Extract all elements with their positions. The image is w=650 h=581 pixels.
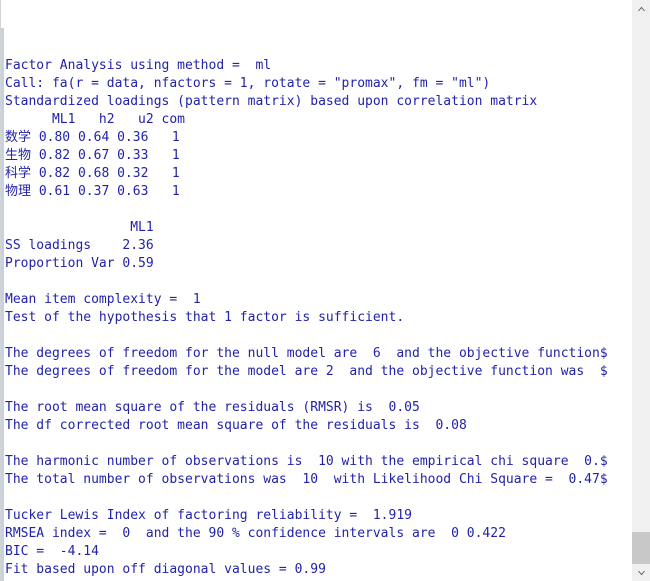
scrollbar-track[interactable] (632, 17, 650, 578)
console-line: 物理 0.61 0.37 0.63 1 (5, 184, 180, 199)
console-line: RMSEA index = 0 and the 90 % confidence … (5, 526, 506, 541)
chevron-up-icon (637, 6, 646, 12)
scrollbar-down-arrow-button[interactable] (632, 564, 650, 581)
console-line: The degrees of freedom for the model are… (5, 364, 608, 379)
console-line: ML1 h2 u2 com (5, 112, 186, 127)
console-line: The degrees of freedom for the null mode… (5, 346, 608, 361)
console-line: Test of the hypothesis that 1 factor is … (5, 310, 405, 325)
console-line: Tucker Lewis Index of factoring reliabil… (5, 508, 412, 523)
console-line: The df corrected root mean square of the… (5, 418, 467, 433)
console-line: The harmonic number of observations is 1… (5, 454, 608, 469)
console-line: ML1 (5, 220, 154, 235)
console-line: Proportion Var 0.59 (5, 256, 154, 271)
r-console-window: Factor Analysis using method = ml Call: f… (0, 0, 650, 581)
console-line: BIC = -4.14 (5, 544, 99, 559)
vertical-scrollbar[interactable] (631, 0, 650, 581)
console-line: 科学 0.82 0.68 0.32 1 (5, 166, 180, 181)
console-line: The root mean square of the residuals (R… (5, 400, 420, 415)
console-line: Standardized loadings (pattern matrix) b… (5, 94, 538, 109)
console-line: The total number of observations was 10 … (5, 472, 608, 487)
console-line: 生物 0.82 0.67 0.33 1 (5, 148, 180, 163)
console-line: Factor Analysis using method = ml (5, 58, 272, 73)
console-left-accent (1, 28, 4, 581)
scrollbar-up-arrow-button[interactable] (632, 0, 650, 17)
console-line: Mean item complexity = 1 (5, 292, 201, 307)
console-line: 数学 0.80 0.64 0.36 1 (5, 130, 180, 145)
console-output-area[interactable]: Factor Analysis using method = ml Call: f… (5, 3, 631, 581)
console-line: SS loadings 2.36 (5, 238, 154, 253)
console-line: Fit based upon off diagonal values = 0.9… (5, 562, 326, 577)
chevron-down-icon (637, 570, 646, 576)
console-line: Call: fa(r = data, nfactors = 1, rotate … (5, 76, 491, 91)
